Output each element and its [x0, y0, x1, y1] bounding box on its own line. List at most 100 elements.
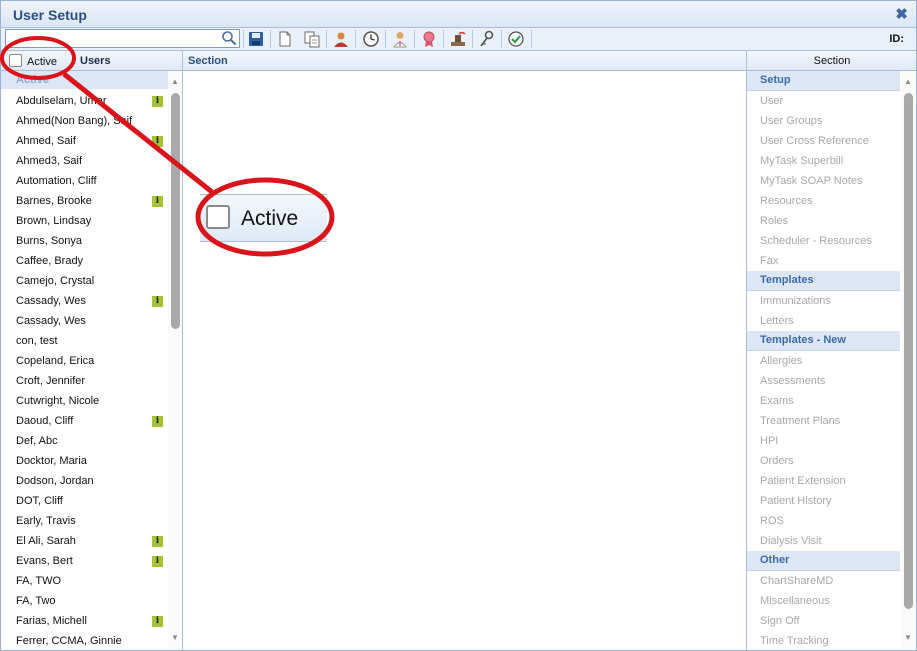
section-item[interactable]: Immunizations — [747, 291, 900, 311]
user-name: Burns, Sonya — [16, 235, 83, 247]
users-scrollbar-thumb[interactable] — [171, 93, 180, 329]
user-list-item[interactable]: DOT, Cliff — [1, 491, 168, 511]
section-item[interactable]: Dialysis Visit — [747, 531, 900, 551]
info-icon[interactable]: i — [152, 96, 163, 107]
user-list-item[interactable]: Caffee, Brady — [1, 251, 168, 271]
section-item-label: User — [760, 95, 784, 107]
info-icon[interactable]: i — [152, 136, 163, 147]
section-item[interactable]: Fax — [747, 251, 900, 271]
scroll-down-arrow-icon[interactable]: ▼ — [168, 631, 182, 645]
section-item[interactable]: Assessments — [747, 371, 900, 391]
section-item[interactable]: Letters — [747, 311, 900, 331]
user-list-item[interactable]: Barnes, Brooke i — [1, 191, 168, 211]
info-icon[interactable]: i — [152, 296, 163, 307]
toolbar-separator — [385, 30, 386, 48]
info-icon[interactable]: i — [152, 556, 163, 567]
user-list-item[interactable]: Dodson, Jordan — [1, 471, 168, 491]
user-list-item[interactable]: Early, Travis — [1, 511, 168, 531]
toolbar-separator — [472, 30, 473, 48]
info-icon[interactable]: i — [152, 616, 163, 627]
section-item[interactable]: Exams — [747, 391, 900, 411]
section-item[interactable]: User — [747, 91, 900, 111]
user-list-item[interactable]: Ahmed(Non Bang), Saif — [1, 111, 168, 131]
close-icon[interactable]: ✖ — [895, 5, 908, 23]
sections-scrollbar[interactable]: ▲ ▼ — [901, 71, 915, 650]
user-list-item[interactable]: Burns, Sonya — [1, 231, 168, 251]
right-section-header-label: Section — [813, 55, 851, 67]
section-item[interactable]: User Groups — [747, 111, 900, 131]
search-icon[interactable] — [221, 30, 237, 46]
user-name: con, test — [16, 335, 58, 347]
user-name: Early, Travis — [16, 515, 76, 527]
active-checkbox-label[interactable]: Active — [27, 56, 57, 68]
user-list-item[interactable]: Abdulselam, Umar i — [1, 91, 168, 111]
section-item[interactable]: Roles — [747, 211, 900, 231]
section-item-label: Scheduler - Resources — [760, 235, 872, 247]
users-column-header: Active Users — [1, 51, 183, 71]
new-document-button[interactable] — [275, 29, 295, 49]
section-item[interactable]: HPI — [747, 431, 900, 451]
user-list-item[interactable]: Cutwright, Nicole — [1, 391, 168, 411]
user-list-item[interactable]: El Ali, Sarah i — [1, 531, 168, 551]
info-icon[interactable]: i — [152, 196, 163, 207]
user-list-item[interactable]: Brown, Lindsay — [1, 211, 168, 231]
user-list-item[interactable]: Cassady, Wes i — [1, 291, 168, 311]
section-item[interactable]: Patient Extension — [747, 471, 900, 491]
user-list-item[interactable]: Docktor, Maria — [1, 451, 168, 471]
save-button[interactable] — [246, 29, 266, 49]
section-item[interactable]: Allergies — [747, 351, 900, 371]
user-list-item[interactable]: Daoud, Cliff i — [1, 411, 168, 431]
user-list-item[interactable]: Farias, Michell i — [1, 611, 168, 631]
provider-button[interactable] — [390, 29, 410, 49]
key-button[interactable] — [477, 29, 497, 49]
section-item[interactable]: Miscellaneous — [747, 591, 900, 611]
user-list-item[interactable]: FA, Two — [1, 591, 168, 611]
sections-scrollbar-thumb[interactable] — [904, 93, 913, 609]
toolbar-separator — [326, 30, 327, 48]
checkmark-button[interactable] — [506, 29, 526, 49]
section-item-label: User Groups — [760, 115, 823, 127]
user-list-item[interactable]: Def, Abc — [1, 431, 168, 451]
section-item[interactable]: User Cross Reference — [747, 131, 900, 151]
user-list-item[interactable]: Evans, Bert i — [1, 551, 168, 571]
active-checkbox[interactable] — [9, 54, 22, 67]
copy-button[interactable] — [302, 29, 322, 49]
scroll-up-arrow-icon[interactable]: ▲ — [168, 75, 182, 89]
section-item[interactable]: ChartShareMD — [747, 571, 900, 591]
user-list-item[interactable]: Automation, Cliff — [1, 171, 168, 191]
user-list-item[interactable]: Ahmed3, Saif — [1, 151, 168, 171]
copy-icon — [304, 31, 320, 48]
user-list-item[interactable]: con, test — [1, 331, 168, 351]
user-list-item[interactable]: FA, TWO — [1, 571, 168, 591]
user-list-item[interactable]: Ahmed, Saif i — [1, 131, 168, 151]
section-item-label: MyTask SOAP Notes — [760, 175, 863, 187]
section-item[interactable]: Treatment Plans — [747, 411, 900, 431]
section-item[interactable]: Scheduler - Resources — [747, 231, 900, 251]
users-scrollbar[interactable]: ▲ ▼ — [168, 71, 182, 650]
scroll-down-arrow-icon[interactable]: ▼ — [901, 631, 915, 645]
award-button[interactable] — [419, 29, 439, 49]
user-name: Cutwright, Nicole — [16, 395, 100, 407]
user-list-item[interactable]: Croft, Jennifer — [1, 371, 168, 391]
info-icon[interactable]: i — [152, 536, 163, 547]
clock-button[interactable] — [361, 29, 381, 49]
section-item[interactable]: Sign Off — [747, 611, 900, 631]
user-list-item[interactable]: Camejo, Crystal — [1, 271, 168, 291]
user-list-item[interactable]: Copeland, Erica — [1, 351, 168, 371]
scroll-up-arrow-icon[interactable]: ▲ — [901, 75, 915, 89]
toolbar-separator — [531, 30, 532, 48]
section-item[interactable]: MyTask Superbill — [747, 151, 900, 171]
user-button[interactable] — [331, 29, 351, 49]
section-item[interactable]: Resources — [747, 191, 900, 211]
section-item[interactable]: Time Tracking — [747, 631, 900, 650]
section-item[interactable]: Patient History — [747, 491, 900, 511]
section-item[interactable]: ROS — [747, 511, 900, 531]
column-headers: Active Users Section Section — [1, 51, 916, 71]
signature-stamp-button[interactable] — [448, 29, 468, 49]
search-input[interactable] — [5, 29, 240, 48]
section-item[interactable]: MyTask SOAP Notes — [747, 171, 900, 191]
section-item[interactable]: Orders — [747, 451, 900, 471]
info-icon[interactable]: i — [152, 416, 163, 427]
user-list-item[interactable]: Ferrer, CCMA, Ginnie — [1, 631, 168, 650]
user-list-item[interactable]: Cassady, Wes — [1, 311, 168, 331]
